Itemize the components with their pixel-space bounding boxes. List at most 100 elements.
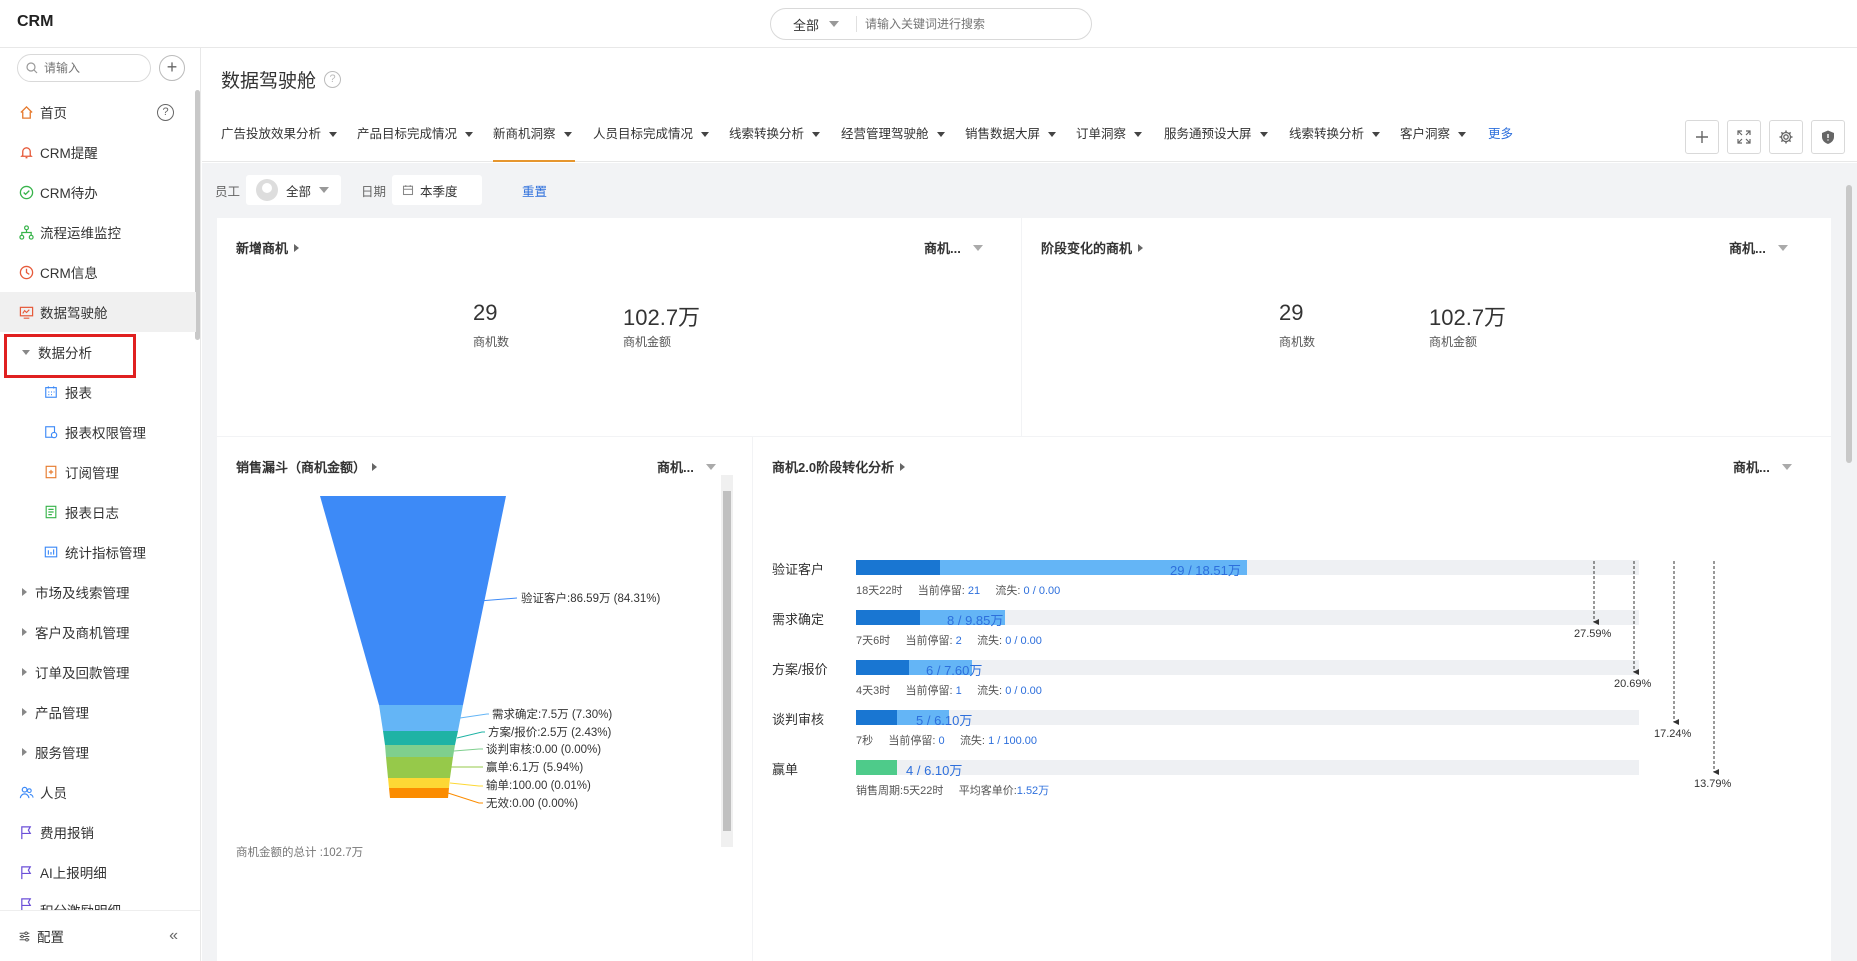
funnel-segment-won[interactable] <box>386 757 453 778</box>
settings-button[interactable] <box>1769 120 1803 154</box>
scrollbar-thumb[interactable] <box>723 491 731 831</box>
card-title[interactable]: 商机2.0阶段转化分析 <box>772 457 906 476</box>
tab-more[interactable]: 更多 <box>1488 112 1513 162</box>
card-stage-changed: 阶段变化的商机 商机... 29 商机数 102.7万 商机金额 <box>1022 218 1831 436</box>
sidebar-item-report-permissions[interactable]: 报表权限管理 <box>0 412 196 452</box>
top-bar: CRM 全部 <box>0 0 1857 48</box>
sidebar-item-home[interactable]: 首页 ? <box>0 92 196 132</box>
metric-selector-value: 商机... <box>1733 460 1770 475</box>
loss-value[interactable]: 0 / 0.00 <box>1005 685 1042 697</box>
stay-count[interactable]: 1 <box>956 685 962 697</box>
sidebar-item-report-logs[interactable]: 报表日志 <box>0 492 196 532</box>
stage-meta: 销售周期:5天22时 平均客单价:1.52万 <box>856 782 1049 798</box>
label-leader-line <box>459 713 489 719</box>
sidebar-item-orders-payments[interactable]: 订单及回款管理 <box>0 652 196 692</box>
tab-customer-insight[interactable]: 客户洞察 <box>1400 112 1467 162</box>
add-menu-button[interactable]: + <box>159 55 185 81</box>
sidebar-item-crm-todo[interactable]: CRM待办 <box>0 172 196 212</box>
funnel-segment-validate[interactable] <box>320 496 506 705</box>
main-content: 数据驾驶舱 ? 广告投放效果分析 产品目标完成情况 新商机洞察 人员目标完成情况… <box>202 48 1857 961</box>
employee-filter[interactable]: 全部 <box>246 175 342 205</box>
sidebar-item-service[interactable]: 服务管理 <box>0 732 196 772</box>
sidebar-item-points[interactable]: 积分激励明细 <box>0 892 196 912</box>
sidebar-item-people[interactable]: 人员 <box>0 772 196 812</box>
funnel-label-proposal: 方案/报价:2.5万 (2.43%) <box>488 725 612 739</box>
help-icon[interactable]: ? <box>157 104 174 121</box>
security-button[interactable] <box>1811 120 1845 154</box>
funnel-segment-negotiation[interactable] <box>385 745 455 757</box>
metric-selector[interactable]: 商机... <box>1733 457 1792 476</box>
sidebar-search-input[interactable] <box>44 61 144 75</box>
card-title[interactable]: 阶段变化的商机 <box>1041 238 1144 257</box>
card-title-text: 商机2.0阶段转化分析 <box>772 460 895 475</box>
funnel-segment-proposal[interactable] <box>383 731 458 745</box>
metric-selector[interactable]: 商机... <box>924 238 983 257</box>
employee-filter-value: 全部 <box>286 184 312 199</box>
stay-count[interactable]: 2 <box>956 635 962 647</box>
loss-value[interactable]: 1 / 100.00 <box>988 735 1037 747</box>
fullscreen-button[interactable] <box>1727 120 1761 154</box>
tab-order-insight[interactable]: 订单洞察 <box>1076 112 1143 162</box>
stage-bar-dark[interactable] <box>856 660 910 675</box>
sidebar-item-customers-opportunities[interactable]: 客户及商机管理 <box>0 612 196 652</box>
metric-selector[interactable]: 商机... <box>1729 238 1788 257</box>
sidebar-item-crm-info[interactable]: CRM信息 <box>0 252 196 292</box>
sidebar-item-reports[interactable]: 报表 <box>0 372 196 412</box>
caret-right-icon <box>22 748 27 756</box>
collapse-sidebar-icon[interactable]: « <box>169 927 178 945</box>
scrollbar-thumb[interactable] <box>1846 185 1852 463</box>
sidebar-item-marketing-leads[interactable]: 市场及线索管理 <box>0 572 196 612</box>
tab-product-target[interactable]: 产品目标完成情况 <box>357 112 474 162</box>
sidebar-item-label: 订单及回款管理 <box>35 666 130 681</box>
funnel-segment-lost[interactable] <box>388 778 450 788</box>
loss-value[interactable]: 0 / 0.00 <box>1005 635 1042 647</box>
sidebar-item-ai-report[interactable]: AI上报明细 <box>0 852 196 892</box>
card-title[interactable]: 销售漏斗（商机金额） <box>236 457 378 476</box>
tab-lead-conversion[interactable]: 线索转换分析 <box>729 112 821 162</box>
search-scope-select[interactable]: 全部 <box>771 16 857 33</box>
tab-service-screen[interactable]: 服务通预设大屏 <box>1164 112 1268 162</box>
sidebar-item-metrics-management[interactable]: 统计指标管理 <box>0 532 196 572</box>
stay-count[interactable]: 0 <box>939 735 945 747</box>
funnel-segment-invalid[interactable] <box>389 788 449 798</box>
stage-bar-dark[interactable] <box>856 710 898 725</box>
tab-new-opportunity-insight[interactable]: 新商机洞察 <box>493 112 575 162</box>
add-button[interactable] <box>1685 120 1719 154</box>
tab-sales-screen[interactable]: 销售数据大屏 <box>965 112 1057 162</box>
users-icon <box>18 784 34 800</box>
subscription-icon <box>43 464 59 480</box>
tab-lead-conversion-2[interactable]: 线索转换分析 <box>1289 112 1381 162</box>
sidebar-item-expense[interactable]: 费用报销 <box>0 812 196 852</box>
card-new-opportunities: 新增商机 商机... 29 商机数 102.7万 商机金额 <box>217 218 1021 436</box>
stage-meta: 7天6时 当前停留: 2 流失: 0 / 0.00 <box>856 632 1042 648</box>
card-title[interactable]: 新增商机 <box>236 238 300 257</box>
date-filter[interactable]: 本季度 <box>392 175 483 205</box>
global-search-input[interactable] <box>857 17 1077 31</box>
tab-business-cockpit[interactable]: 经营管理驾驶舱 <box>841 112 945 162</box>
tab-ad-effect[interactable]: 广告投放效果分析 <box>221 112 338 162</box>
chevron-down-icon <box>1781 463 1792 470</box>
tab-people-target[interactable]: 人员目标完成情况 <box>593 112 710 162</box>
sidebar-item-process-monitor[interactable]: 流程运维监控 <box>0 212 196 252</box>
funnel-scrollbar[interactable] <box>721 475 733 847</box>
metric-selector[interactable]: 商机... <box>657 457 716 476</box>
loss-value[interactable]: 0 / 0.00 <box>1024 585 1061 597</box>
main-scrollbar[interactable] <box>1844 173 1854 953</box>
sidebar-item-products[interactable]: 产品管理 <box>0 692 196 732</box>
help-icon[interactable]: ? <box>324 71 342 88</box>
stage-bar-dark[interactable] <box>856 560 940 575</box>
funnel-segment-requirement[interactable] <box>379 705 463 731</box>
global-search[interactable]: 全部 <box>770 8 1092 40</box>
config-link[interactable]: 配置 <box>37 926 64 946</box>
stage-bar-dark[interactable] <box>856 610 921 625</box>
stage-bar-won[interactable] <box>856 760 898 775</box>
shield-icon <box>1822 130 1834 144</box>
funnel-label-negotiation: 谈判审核:0.00 (0.00%) <box>486 742 601 756</box>
sidebar-item-subscriptions[interactable]: 订阅管理 <box>0 452 196 492</box>
sidebar-item-data-cockpit[interactable]: 数据驾驶舱 <box>0 292 196 332</box>
chevron-down-icon <box>972 244 983 251</box>
reset-button[interactable]: 重置 <box>522 181 547 200</box>
stay-count[interactable]: 21 <box>968 585 980 597</box>
sidebar-search[interactable] <box>17 54 151 82</box>
sidebar-item-crm-reminder[interactable]: CRM提醒 <box>0 132 196 172</box>
